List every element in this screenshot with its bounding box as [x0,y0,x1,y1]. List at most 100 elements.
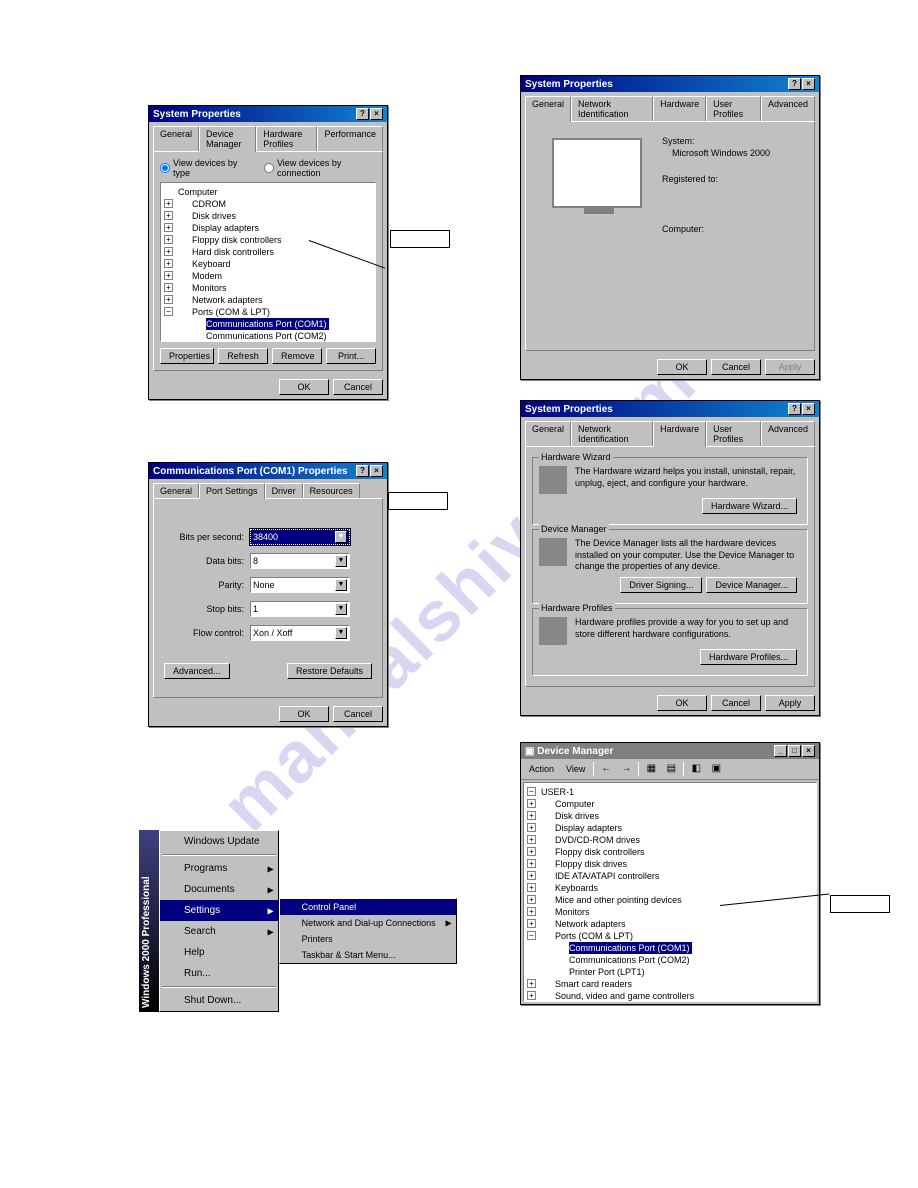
expand-icon[interactable]: + [527,823,536,832]
ok-button[interactable]: OK [657,359,707,375]
tree-item[interactable]: +Floppy disk drives [527,858,813,870]
device-tree[interactable]: Computer +CDROM +Disk drives +Display ad… [160,182,376,342]
tree-item-ports[interactable]: −Ports (COM & LPT) [527,930,813,942]
chevron-down-icon[interactable]: ▼ [335,531,347,543]
tab-network-id[interactable]: Network Identification [571,96,653,121]
tab-general[interactable]: General [525,96,571,122]
tree-item[interactable]: +Modem [164,270,372,282]
cancel-button[interactable]: Cancel [711,695,761,711]
tree-item[interactable]: +Monitors [527,906,813,918]
apply-button[interactable]: Apply [765,359,815,375]
close-icon[interactable]: × [802,745,815,757]
collapse-icon[interactable]: − [527,931,536,940]
tab-driver[interactable]: Driver [265,483,303,498]
tree-item[interactable]: +Computer [527,798,813,810]
remove-button[interactable]: Remove [272,348,322,364]
forward-icon[interactable]: → [618,761,634,777]
toolbar-icon[interactable]: ◧ [688,761,704,777]
toolbar-icon[interactable]: ▤ [663,761,679,777]
sub-item-control-panel[interactable]: Control Panel [280,899,456,915]
expand-icon[interactable]: + [164,247,173,256]
sub-item-network[interactable]: Network and Dial-up Connections▶ [280,915,456,931]
maximize-icon[interactable]: □ [788,745,801,757]
tree-item[interactable]: +Disk drives [527,810,813,822]
tree-item-com1-selected[interactable]: Communications Port (COM1) [206,318,329,330]
sub-item-printers[interactable]: Printers [280,931,456,947]
menu-view[interactable]: View [562,762,589,776]
expand-icon[interactable]: + [164,223,173,232]
expand-icon[interactable]: + [164,295,173,304]
tab-hardware-profiles[interactable]: Hardware Profiles [256,126,317,151]
tab-user-profiles[interactable]: User Profiles [706,96,761,121]
collapse-icon[interactable]: − [164,307,173,316]
tree-root[interactable]: −USER-1 [527,786,813,798]
expand-icon[interactable]: + [164,235,173,244]
hardware-profiles-button[interactable]: Hardware Profiles... [700,649,797,665]
tree-item[interactable]: +Network adapters [164,294,372,306]
minimize-icon[interactable]: _ [774,745,787,757]
expand-icon[interactable]: + [527,991,536,1000]
start-item-windows-update[interactable]: Windows Update [160,831,278,852]
expand-icon[interactable]: + [527,907,536,916]
tab-hardware[interactable]: Hardware [653,421,706,447]
tree-item[interactable]: +Disk drives [164,210,372,222]
radio-by-type[interactable]: View devices by type [160,158,248,178]
collapse-icon[interactable]: − [527,787,536,796]
tree-item[interactable]: +Display adapters [527,822,813,834]
expand-icon[interactable]: + [164,271,173,280]
start-item-documents[interactable]: Documents▶ [160,879,278,900]
tab-resources[interactable]: Resources [303,483,360,498]
tab-port-settings[interactable]: Port Settings [199,483,265,499]
tree-item[interactable]: +Sound, video and game controllers [527,990,813,1002]
close-icon[interactable]: × [370,465,383,477]
expand-icon[interactable]: + [527,979,536,988]
chevron-down-icon[interactable]: ▼ [335,603,347,615]
tab-general[interactable]: General [153,483,199,498]
tree-item[interactable]: +Display adapters [164,222,372,234]
chevron-down-icon[interactable]: ▼ [335,555,347,567]
start-item-help[interactable]: Help [160,942,278,963]
help-icon[interactable]: ? [788,78,801,90]
expand-icon[interactable]: + [527,871,536,880]
device-tree[interactable]: −USER-1 +Computer +Disk drives +Display … [523,782,817,1002]
start-item-programs[interactable]: Programs▶ [160,858,278,879]
tree-item[interactable]: +Smart card readers [527,978,813,990]
help-icon[interactable]: ? [788,403,801,415]
toolbar-icon[interactable]: ▦ [643,761,659,777]
expand-icon[interactable]: + [527,883,536,892]
back-icon[interactable]: ← [598,761,614,777]
expand-icon[interactable]: + [527,847,536,856]
cancel-button[interactable]: Cancel [711,359,761,375]
tab-user-profiles[interactable]: User Profiles [706,421,761,446]
chevron-down-icon[interactable]: ▼ [335,627,347,639]
expand-icon[interactable]: + [527,835,536,844]
tab-hardware[interactable]: Hardware [653,96,706,121]
expand-icon[interactable]: + [164,283,173,292]
tree-item[interactable]: +IDE ATA/ATAPI controllers [527,870,813,882]
expand-icon[interactable]: + [164,199,173,208]
tree-item-ports[interactable]: −Ports (COM & LPT) [164,306,372,318]
stopbits-combo[interactable]: 1▼ [250,601,350,617]
ok-button[interactable]: OK [279,379,329,395]
tree-item[interactable]: +DVD/CD-ROM drives [527,834,813,846]
start-item-run[interactable]: Run... [160,963,278,984]
expand-icon[interactable]: + [164,259,173,268]
tab-general[interactable]: General [525,421,571,446]
tab-network-id[interactable]: Network Identification [571,421,653,446]
driver-signing-button[interactable]: Driver Signing... [620,577,702,593]
chevron-down-icon[interactable]: ▼ [335,579,347,591]
flow-combo[interactable]: Xon / Xoff▼ [250,625,350,641]
properties-button[interactable]: Properties [160,348,214,364]
tree-item[interactable]: +Keyboard [164,258,372,270]
cancel-button[interactable]: Cancel [333,379,383,395]
tab-advanced[interactable]: Advanced [761,96,815,121]
tree-item[interactable]: Communications Port (COM2) [164,330,372,342]
ok-button[interactable]: OK [657,695,707,711]
apply-button[interactable]: Apply [765,695,815,711]
hardware-wizard-button[interactable]: Hardware Wizard... [702,498,797,514]
close-icon[interactable]: × [370,108,383,120]
cancel-button[interactable]: Cancel [333,706,383,722]
tree-item[interactable]: +Keyboards [527,882,813,894]
expand-icon[interactable]: + [527,859,536,868]
parity-combo[interactable]: None▼ [250,577,350,593]
